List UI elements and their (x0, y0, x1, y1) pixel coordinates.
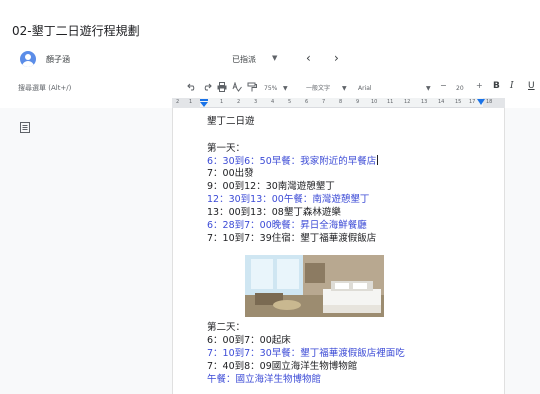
ruler-tick: 4 (271, 99, 275, 105)
avatar-body-shape (22, 61, 34, 67)
ruler-tick: 17 (469, 99, 476, 105)
chevron-down-icon[interactable]: ▼ (272, 54, 277, 62)
chevron-down-icon[interactable]: ▼ (426, 84, 431, 94)
account-bar: 顏子涵 已指派 ▼ ‹ › (0, 50, 540, 72)
document-line[interactable]: 7：10到7：30早餐：墾丁福華渡假飯店裡面吃 (207, 348, 405, 360)
ruler-tick: 10 (371, 99, 378, 105)
ruler-tick: 2 (237, 99, 241, 105)
assignment-mode-select[interactable]: 已指派 (232, 54, 256, 65)
document-line[interactable]: 9：00到12：30南灣遊憩墾丁 (207, 181, 335, 193)
document-line[interactable]: 7：00出發 (207, 168, 254, 180)
document-heading[interactable]: 墾丁二日遊 (207, 113, 255, 127)
document-line[interactable]: 13：00到13：08墾丁森林遊樂 (207, 207, 341, 219)
line-text: 6：28到7：00晚餐：昇日全海鮮餐廳 (207, 220, 367, 231)
avatar[interactable] (20, 51, 36, 67)
ruler-tick: 18 (486, 99, 493, 105)
document-title[interactable]: 02-墾丁二日遊行程規劃 (12, 22, 140, 39)
line-text: 午餐：國立海洋生物博物館 (207, 374, 322, 385)
line-text: 7：00出發 (207, 168, 254, 179)
paint-format-icon[interactable] (247, 82, 257, 92)
font-select[interactable]: Arial (358, 84, 372, 94)
horizontal-ruler[interactable]: 2 1 1 2 3 4 5 6 7 8 9 10 11 12 13 14 15 … (172, 98, 505, 108)
ruler-tick: 8 (339, 99, 343, 105)
account-name: 顏子涵 (46, 55, 70, 64)
hotel-room-image[interactable] (245, 255, 384, 317)
ruler-tick: 13 (421, 99, 428, 105)
redo-icon[interactable] (202, 83, 212, 91)
title-bar: 02-墾丁二日遊行程規劃 (0, 0, 540, 44)
ruler-tick: 1 (220, 99, 224, 105)
line-text: 第二天： (207, 322, 246, 333)
menu-search-input[interactable] (18, 81, 168, 95)
ruler-tick: 2 (176, 99, 180, 105)
decrease-font-size-button[interactable]: − (440, 81, 447, 91)
font-size-input[interactable]: 20 (456, 84, 464, 94)
chevron-down-icon[interactable]: ▼ (342, 84, 347, 94)
line-text: 9：00到12：30南灣遊憩墾丁 (207, 181, 335, 192)
underline-button[interactable]: U (528, 81, 535, 91)
italic-button[interactable]: I (510, 81, 514, 91)
avatar-head-shape (25, 54, 31, 60)
ruler-tick: 11 (387, 99, 394, 105)
increase-font-size-button[interactable]: + (476, 81, 483, 91)
ruler-tick: 6 (305, 99, 309, 105)
style-select[interactable]: 一般文字 (306, 84, 330, 94)
ruler-tick: 12 (404, 99, 411, 105)
ruler-tick: 9 (356, 99, 360, 105)
chevron-right-icon[interactable]: › (334, 51, 339, 65)
ruler-tick: 15 (455, 99, 462, 105)
line-text: 6：30到6：50早餐：我家附近的早餐店 (207, 156, 377, 167)
document-line[interactable]: 6：28到7：00晚餐：昇日全海鮮餐廳 (207, 220, 367, 232)
document-outline-icon[interactable] (20, 122, 30, 133)
zoom-select[interactable]: 75% (264, 84, 277, 94)
right-indent-marker-icon[interactable] (477, 99, 485, 107)
document-line[interactable]: 第二天： (207, 322, 245, 334)
chevron-left-icon[interactable]: ‹ (306, 51, 311, 65)
left-indent-marker-icon[interactable] (200, 99, 208, 107)
line-text: 6：00到7：00起床 (207, 335, 291, 346)
line-text: 13：00到13：08墾丁森林遊樂 (207, 207, 341, 218)
text-cursor (377, 155, 379, 165)
ruler-tick: 14 (438, 99, 445, 105)
document-line[interactable]: 第一天： (207, 143, 245, 155)
document-line[interactable]: 6：00到7：00起床 (207, 335, 291, 347)
ruler-tick: 7 (322, 99, 326, 105)
line-text: 7：40到8：09國立海洋生物博物館 (207, 361, 358, 372)
line-text: 第一天： (207, 143, 246, 154)
document-line[interactable]: 12：30到13：00午餐：南灣遊憩墾丁 (207, 194, 369, 206)
undo-icon[interactable] (187, 83, 197, 91)
ruler-tick: 3 (254, 99, 258, 105)
document-line[interactable]: 7：40到8：09國立海洋生物博物館 (207, 361, 357, 373)
line-text: 12：30到13：00午餐：南灣遊憩墾丁 (207, 194, 370, 205)
ruler-tick: 1 (189, 99, 193, 105)
line-text: 7：10到7：39住宿：墾丁福華渡假飯店 (207, 233, 377, 244)
document-line[interactable]: 6：30到6：50早餐：我家附近的早餐店 (207, 155, 379, 168)
spellcheck-icon[interactable] (232, 82, 242, 92)
bold-button[interactable]: B (493, 81, 500, 91)
ruler-tick: 5 (288, 99, 292, 105)
toolbar: 75% ▼ 一般文字 ▼ Arial ▼ − 20 + B I U (0, 78, 540, 98)
document-line[interactable]: 午餐：國立海洋生物博物館 (207, 374, 321, 386)
chevron-down-icon[interactable]: ▼ (283, 84, 288, 94)
document-line[interactable]: 7：10到7：39住宿：墾丁福華渡假飯店 (207, 233, 376, 245)
print-icon[interactable] (217, 82, 227, 92)
line-text: 7：10到7：30早餐：墾丁福華渡假飯店裡面吃 (207, 348, 405, 359)
